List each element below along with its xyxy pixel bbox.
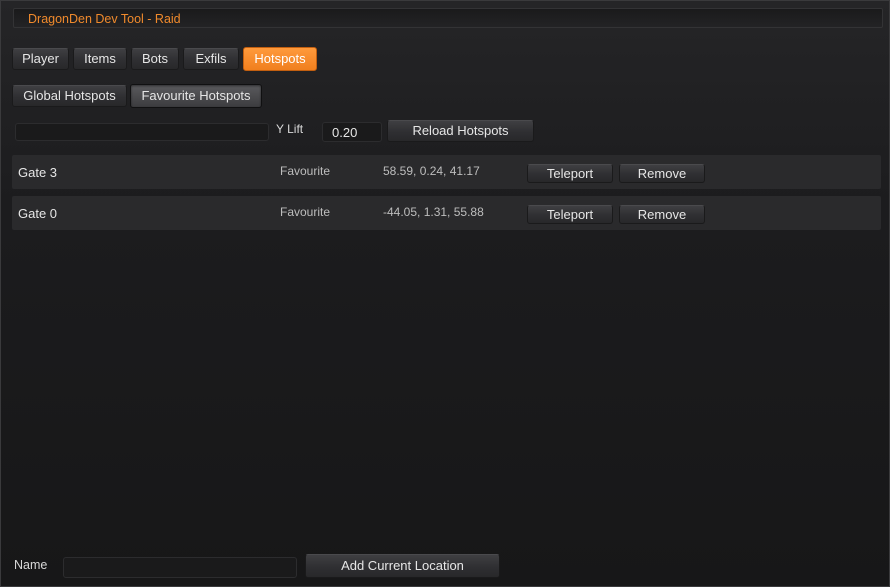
location-name-input[interactable] [63, 557, 297, 578]
tab-exfils[interactable]: Exfils [183, 48, 239, 70]
add-current-location-button[interactable]: Add Current Location [305, 554, 500, 578]
tab-bots[interactable]: Bots [131, 48, 179, 70]
title-bar[interactable]: DragonDen Dev Tool - Raid [13, 8, 883, 28]
hotspot-search-input[interactable] [15, 123, 269, 141]
table-row: Gate 3 Favourite 58.59, 0.24, 41.17 Tele… [12, 155, 881, 189]
hotspot-coords: -44.05, 1.31, 55.88 [383, 205, 484, 219]
subtab-global-hotspots[interactable]: Global Hotspots [12, 85, 127, 107]
teleport-button[interactable]: Teleport [527, 164, 613, 183]
hotspot-type: Favourite [280, 205, 331, 219]
dev-tool-window: DragonDen Dev Tool - Raid Player Items B… [0, 0, 890, 587]
hotspot-name: Gate 3 [18, 165, 58, 180]
y-lift-label: Y Lift [276, 122, 304, 136]
hotspot-type: Favourite [280, 164, 331, 178]
window-title: DragonDen Dev Tool - Raid [28, 12, 181, 26]
hotspot-name: Gate 0 [18, 206, 58, 221]
tab-items[interactable]: Items [73, 48, 127, 70]
y-lift-input[interactable] [322, 122, 382, 142]
remove-button[interactable]: Remove [619, 205, 705, 224]
teleport-button[interactable]: Teleport [527, 205, 613, 224]
reload-hotspots-button[interactable]: Reload Hotspots [387, 120, 534, 142]
remove-button[interactable]: Remove [619, 164, 705, 183]
name-label: Name [14, 558, 48, 572]
subtab-favourite-hotspots[interactable]: Favourite Hotspots [130, 84, 262, 108]
hotspot-coords: 58.59, 0.24, 41.17 [383, 164, 480, 178]
tab-player[interactable]: Player [12, 48, 69, 70]
tab-hotspots[interactable]: Hotspots [243, 47, 317, 71]
table-row: Gate 0 Favourite -44.05, 1.31, 55.88 Tel… [12, 196, 881, 230]
